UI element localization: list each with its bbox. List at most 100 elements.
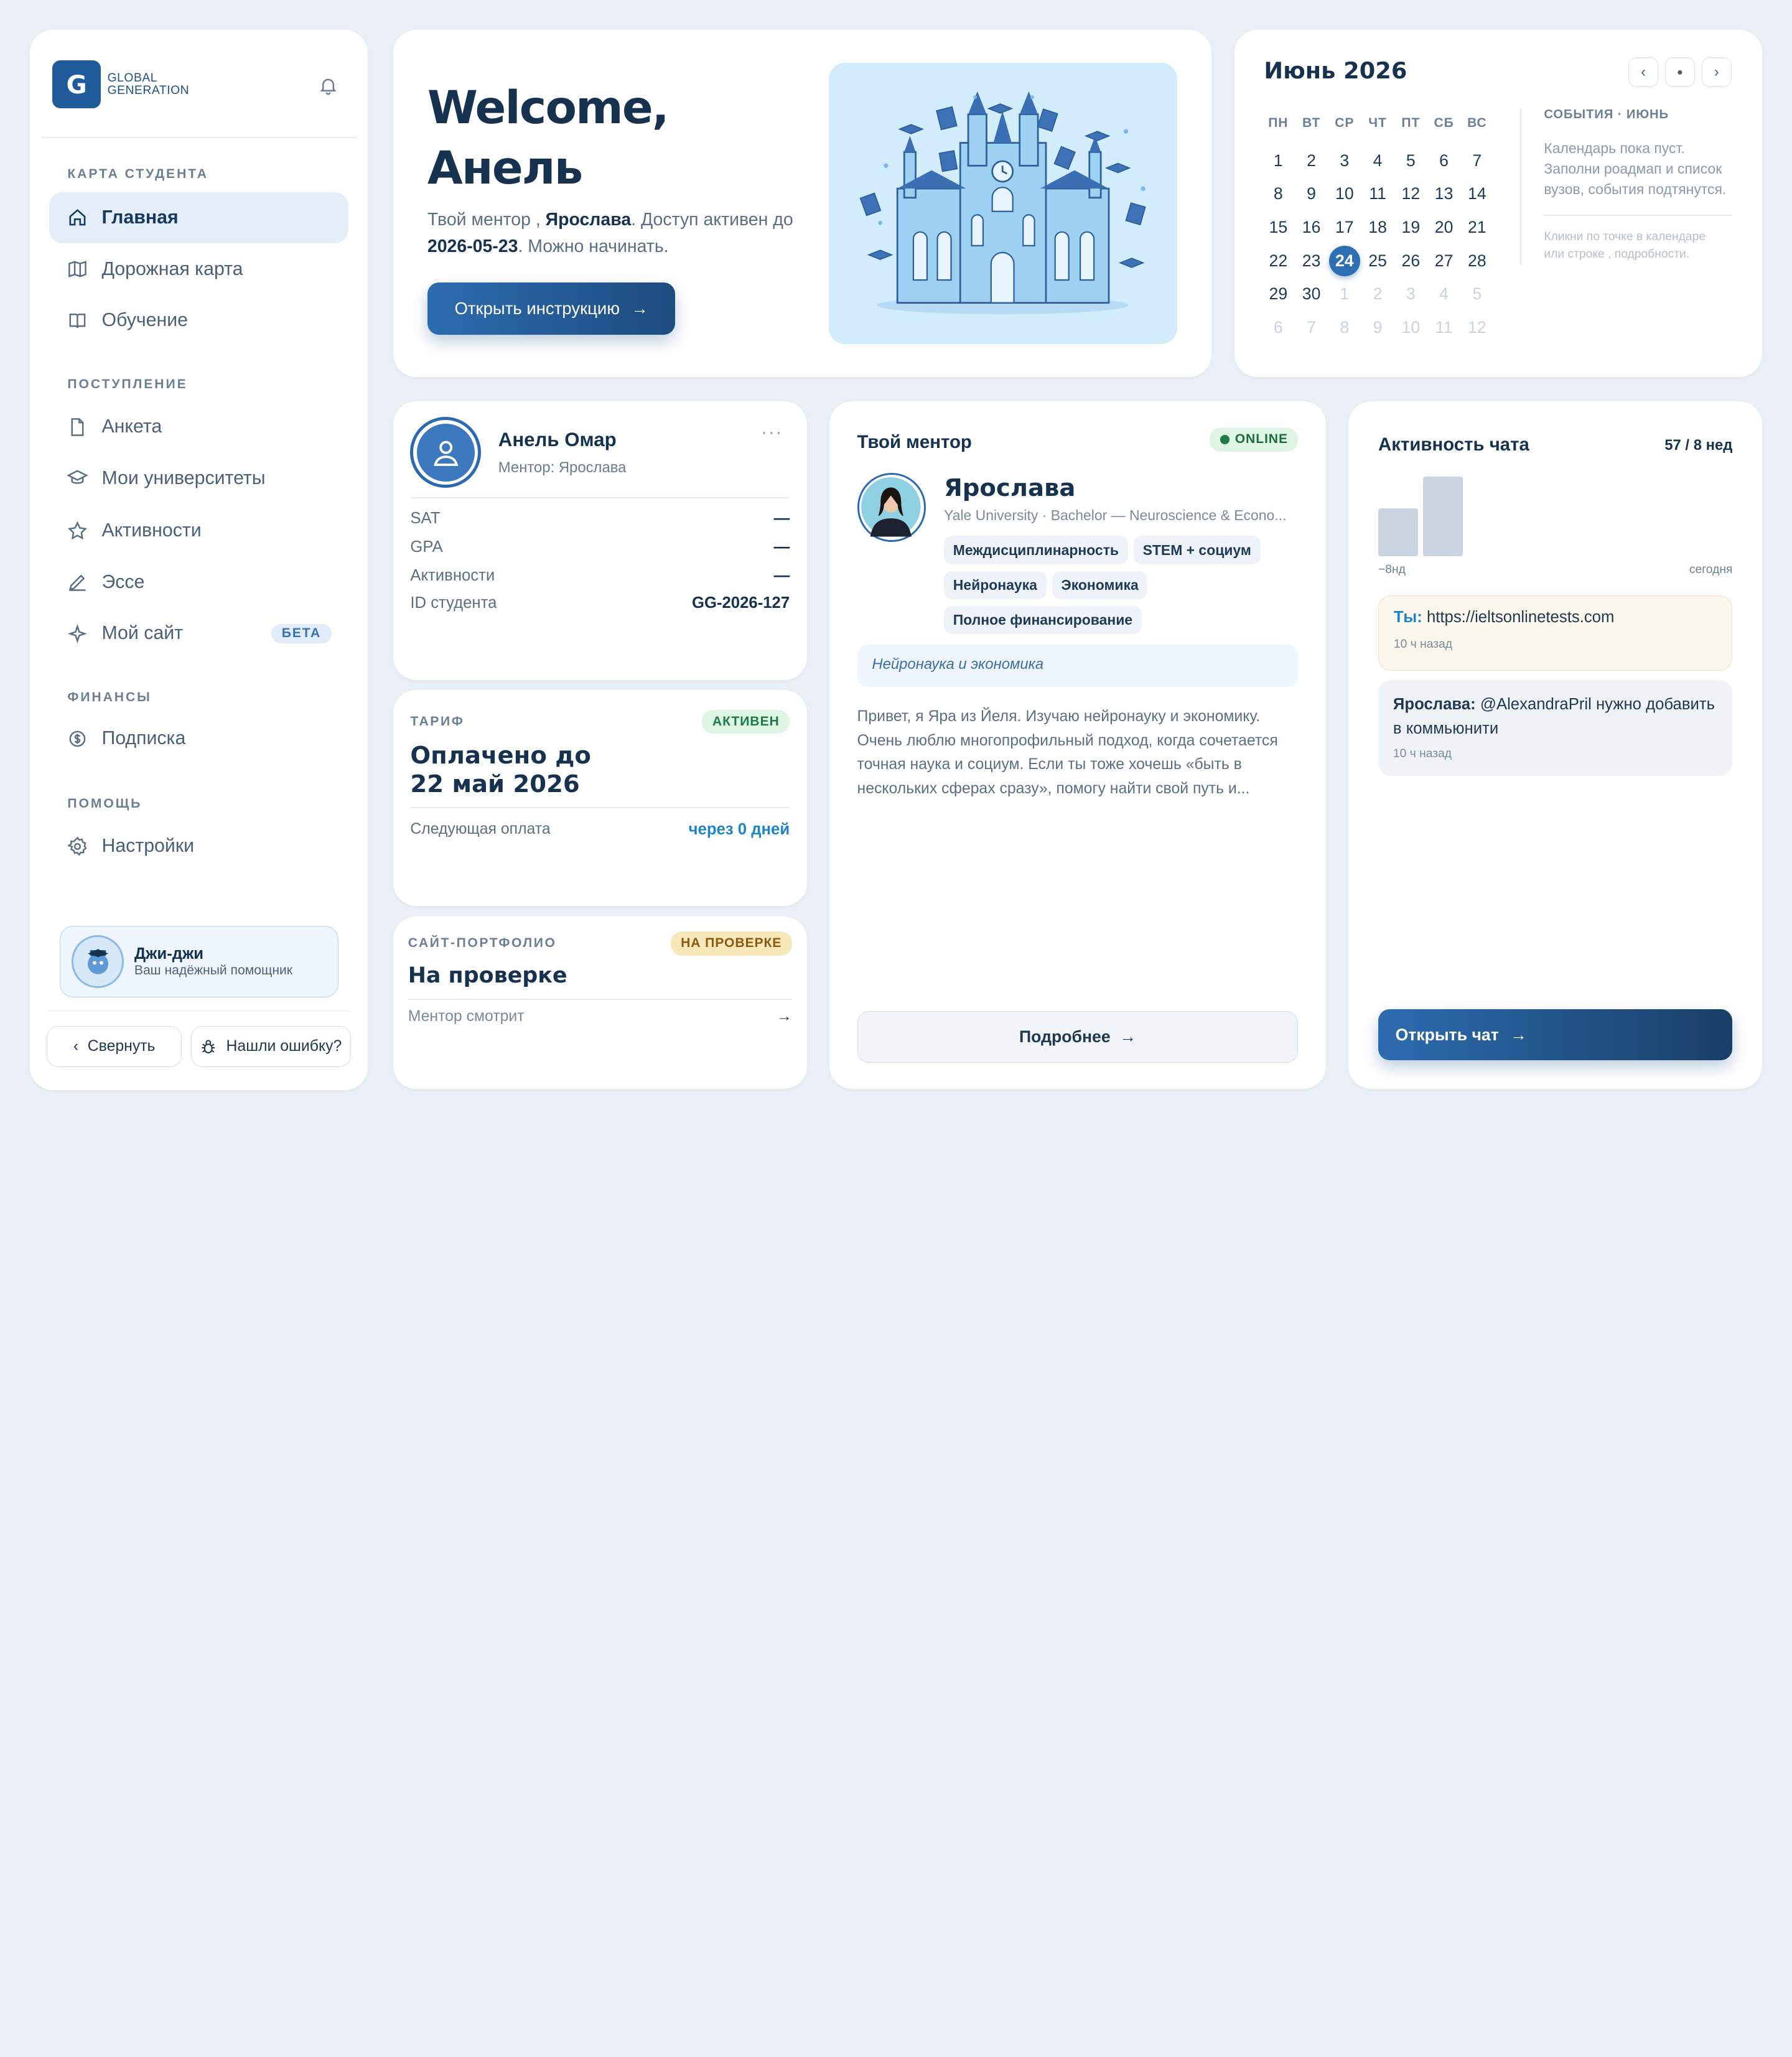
calendar-day-next-month[interactable]: 7 (1295, 311, 1328, 345)
sidebar-item-subscription[interactable]: Подписка (49, 713, 348, 765)
mentor-card: Твой ментор ONLINE Ярослава Yale Univers… (829, 401, 1326, 1089)
calendar-day[interactable]: 2 (1295, 144, 1328, 178)
calendar-day-next-month[interactable]: 2 (1361, 278, 1394, 311)
chat-message[interactable]: Ярослава: @AlexandraPril нужно добавить … (1378, 679, 1733, 777)
calendar-next-button[interactable]: › (1701, 57, 1732, 87)
status-dot-icon (1220, 434, 1230, 444)
tariff-label: ТАРИФ (410, 714, 465, 729)
open-instructions-button[interactable]: Открыть инструкцию → (427, 282, 676, 335)
calendar-day[interactable]: 9 (1295, 177, 1328, 211)
calendar-today-button[interactable]: ● (1665, 57, 1695, 87)
calendar-day[interactable]: 30 (1295, 278, 1328, 311)
open-chat-button[interactable]: Открыть чат → (1378, 1009, 1733, 1061)
row-label: Следующая оплата (410, 820, 551, 837)
calendar-day[interactable]: 5 (1394, 144, 1427, 178)
chart-axis-right: сегодня (1689, 563, 1733, 577)
sidebar-item-my-site[interactable]: Мой сайт БЕТА (49, 608, 348, 660)
divider (410, 806, 790, 808)
divider (408, 999, 792, 1001)
collapse-button[interactable]: ‹ Свернуть (47, 1026, 182, 1068)
calendar-day-next-month[interactable]: 9 (1361, 311, 1394, 345)
chat-message[interactable]: Ты: https://ieltsonlinetests.com 10 ч на… (1378, 595, 1733, 671)
calendar-day[interactable]: 27 (1427, 245, 1460, 278)
row-value: — (773, 566, 790, 584)
calendar-day[interactable]: 3 (1328, 144, 1361, 178)
document-icon (71, 417, 83, 436)
calendar-day[interactable]: 29 (1262, 278, 1295, 311)
calendar-day-next-month[interactable]: 3 (1394, 278, 1427, 311)
chat-activity-card: Активность чата 57 / 8 нед −8нд сегодня … (1348, 401, 1763, 1089)
calendar-day-next-month[interactable]: 1 (1328, 278, 1361, 311)
calendar-day-next-month[interactable]: 4 (1427, 278, 1460, 311)
section-admission: ПОСТУПЛЕНИЕ (67, 377, 188, 392)
online-label: ONLINE (1234, 432, 1288, 447)
mentor-avatar[interactable] (857, 473, 926, 542)
calendar-day[interactable]: 11 (1361, 177, 1394, 211)
calendar-day[interactable]: 23 (1295, 245, 1328, 278)
calendar-prev-button[interactable]: ‹ (1628, 57, 1659, 87)
calendar-day[interactable]: 15 (1262, 211, 1295, 245)
calendar-day-next-month[interactable]: 8 (1328, 311, 1361, 345)
chevron-right-icon: › (1714, 63, 1719, 80)
chat-activity-chart (1378, 465, 1732, 557)
calendar-day[interactable]: 21 (1460, 211, 1493, 245)
tag: STEM + социум (1133, 536, 1261, 564)
calendar-title: Июнь 2026 (1264, 57, 1407, 84)
calendar-day-next-month[interactable]: 6 (1262, 311, 1295, 345)
welcome-mentor: Ярослава (545, 210, 632, 230)
portfolio-review-link[interactable]: Ментор смотрит → (408, 1008, 792, 1025)
calendar-day-next-month[interactable]: 5 (1460, 278, 1493, 311)
calendar-day[interactable]: 4 (1361, 144, 1394, 178)
sidebar-item-learning[interactable]: Обучение (49, 295, 348, 347)
calendar-day[interactable]: 14 (1460, 177, 1493, 211)
calendar-day[interactable]: 8 (1262, 177, 1295, 211)
row-label: ID студента (410, 594, 497, 612)
calendar-day[interactable]: 26 (1394, 245, 1427, 278)
calendar-day[interactable]: 20 (1427, 211, 1460, 245)
avatar[interactable] (410, 417, 482, 488)
calendar-day-today[interactable]: 24 (1328, 245, 1361, 278)
mentor-details-button[interactable]: Подробнее → (857, 1011, 1299, 1063)
divider (1544, 215, 1733, 217)
sidebar-item-universities[interactable]: Мои университеты (49, 452, 348, 504)
assistant-card[interactable]: Джи-джи Ваш надёжный помощник (59, 925, 338, 998)
calendar-day[interactable]: 16 (1295, 211, 1328, 245)
report-bug-button[interactable]: Нашли ошибку? (190, 1026, 351, 1068)
portfolio-title: На проверке (408, 963, 567, 989)
profile-mentor: Ментор: Ярослава (498, 459, 627, 477)
brand-logo[interactable]: G GLOBAL GENERATION (52, 60, 189, 109)
calendar-day[interactable]: 22 (1262, 245, 1295, 278)
sidebar-item-essay[interactable]: Эссе (49, 556, 348, 608)
section-student-map: КАРТА СТУДЕНТА (67, 167, 208, 182)
calendar-day[interactable]: 18 (1361, 211, 1394, 245)
welcome-date: 2026-05-23 (427, 236, 518, 256)
calendar-day[interactable]: 12 (1394, 177, 1427, 211)
tariff-card: ТАРИФ АКТИВЕН Оплачено до 22 май 2026 Сл… (393, 690, 807, 907)
calendar-day-next-month[interactable]: 10 (1394, 311, 1427, 345)
sidebar-item-activities[interactable]: Активности (49, 505, 348, 557)
sidebar-item-settings[interactable]: Настройки (49, 821, 348, 872)
calendar-day[interactable]: 7 (1460, 144, 1493, 178)
sidebar-item-questionnaire[interactable]: Анкета (49, 401, 348, 453)
calendar-day-next-month[interactable]: 11 (1427, 311, 1460, 345)
sidebar-item-home[interactable]: Главная (49, 192, 349, 244)
calendar-day[interactable]: 6 (1427, 144, 1460, 178)
calendar-day-next-month[interactable]: 12 (1460, 311, 1493, 345)
bell-icon[interactable] (318, 75, 338, 101)
calendar-day[interactable]: 10 (1328, 177, 1361, 211)
sidebar-item-roadmap[interactable]: Дорожная карта (49, 243, 348, 295)
calendar-day[interactable]: 13 (1427, 177, 1460, 211)
calendar-day[interactable]: 25 (1361, 245, 1394, 278)
calendar-day[interactable]: 28 (1460, 245, 1493, 278)
calendar-day[interactable]: 1 (1262, 144, 1295, 178)
more-options-icon[interactable]: ··· (761, 422, 783, 443)
dot-icon: ● (1676, 65, 1683, 78)
weekday-header: ЧТ (1368, 116, 1387, 131)
calendar-day[interactable]: 19 (1394, 211, 1427, 245)
tag: Полное финансирование (944, 606, 1142, 635)
sidebar-item-label: Анкета (101, 416, 162, 437)
calendar-day[interactable]: 17 (1328, 211, 1361, 245)
activity-bar (1378, 508, 1419, 557)
sidebar-item-label: Мои университеты (101, 467, 266, 488)
arrow-right-icon: → (1119, 1027, 1136, 1047)
